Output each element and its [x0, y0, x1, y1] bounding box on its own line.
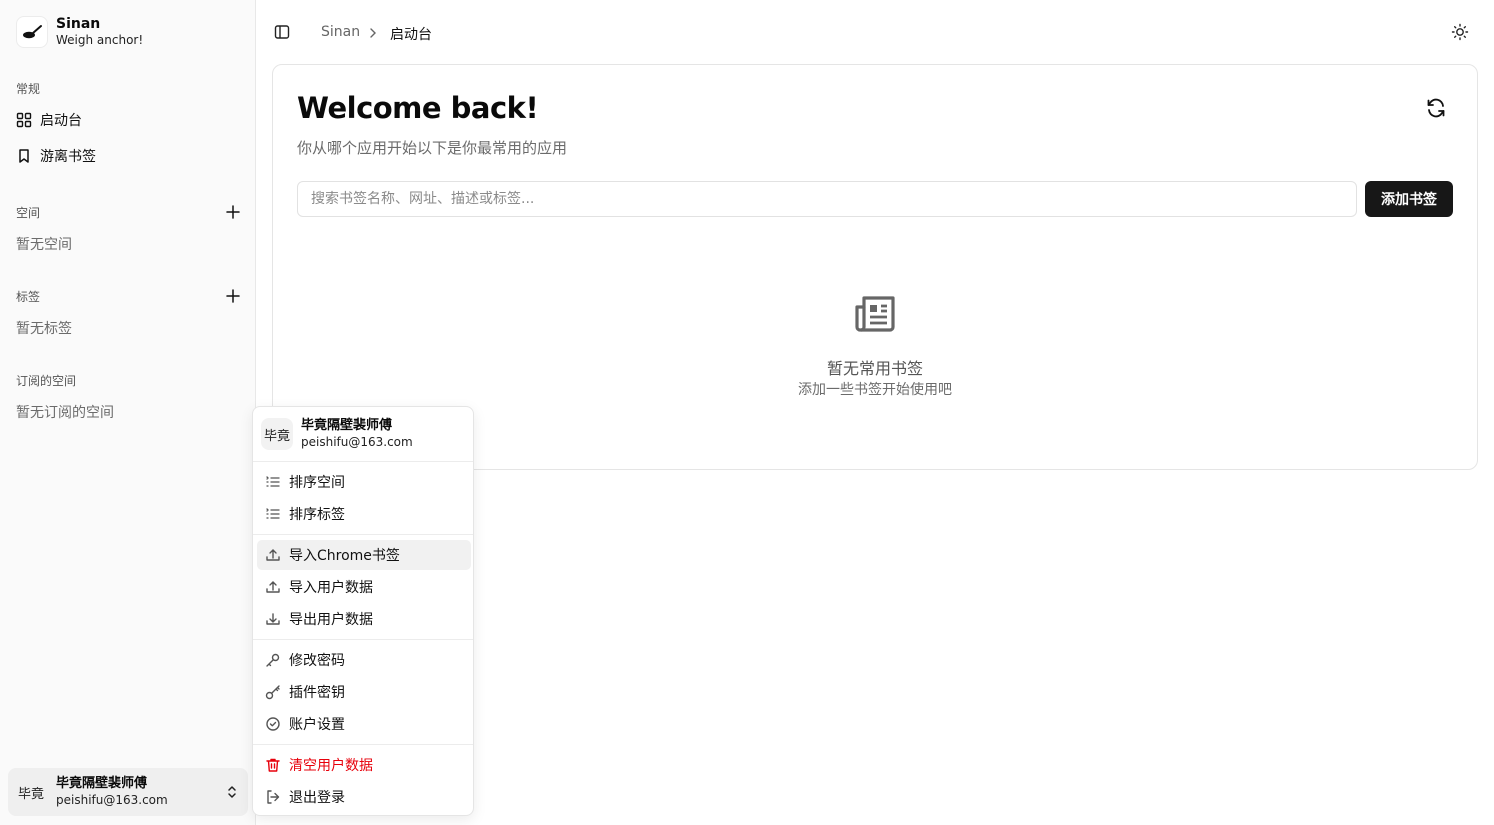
menu-item-label: 修改密码 [289, 653, 345, 669]
menu-item-label: 导入Chrome书签 [289, 548, 400, 564]
group-label-subscribed: 订阅的空间 [16, 374, 77, 388]
group-label-spaces: 空间 [16, 206, 41, 220]
menu-divider [253, 744, 473, 745]
menu-item-label: 退出登录 [289, 790, 345, 806]
user-menu-trigger[interactable]: 毕竟 毕竟隔壁裴师傅 peishifu@163.com [8, 768, 248, 816]
theme-toggle-button[interactable] [1451, 23, 1469, 45]
logout-icon [267, 790, 280, 804]
grid-icon [16, 112, 32, 128]
menu-item-change-password[interactable]: 修改密码 [257, 645, 471, 675]
brand-tagline: Weigh anchor! [56, 33, 144, 47]
add-space-button[interactable] [224, 203, 242, 221]
menu-item-label: 排序空间 [289, 475, 345, 491]
sun-icon [1451, 23, 1469, 41]
subscribed-empty-text: 暂无订阅的空间 [16, 405, 114, 421]
sidebar-item-label: 启动台 [40, 113, 82, 129]
menu-item-label: 导入用户数据 [289, 580, 373, 596]
key-round-icon [265, 685, 280, 700]
tags-empty-text: 暂无标签 [16, 321, 72, 337]
sidebar-item-launchpad[interactable]: 启动台 [8, 105, 244, 135]
sidebar: Sinan Weigh anchor! 常规 启动台 游离书签 空间 暂无空间 … [0, 0, 256, 825]
sidebar-toggle-icon [274, 25, 290, 39]
menu-item-import-chrome[interactable]: 导入Chrome书签 [257, 540, 471, 570]
menu-item-label: 插件密钥 [289, 685, 345, 701]
brand-logo [16, 16, 48, 48]
user-email: peishifu@163.com [56, 793, 168, 807]
user-name: 毕竟隔壁裴师傅 [56, 776, 148, 791]
menu-item-import-user-data[interactable]: 导入用户数据 [257, 572, 471, 602]
brand-name: Sinan [56, 16, 101, 32]
chevron-right-icon [370, 28, 376, 38]
spaces-empty-text: 暂无空间 [16, 237, 72, 253]
sidebar-item-loose-bookmarks[interactable]: 游离书签 [8, 141, 244, 171]
breadcrumb-current: 启动台 [390, 27, 432, 43]
empty-state-title: 暂无常用书签 [826, 359, 923, 378]
add-tag-button[interactable] [224, 287, 242, 305]
menu-item-account-settings[interactable]: 账户设置 [257, 709, 471, 739]
plus-icon [226, 205, 240, 219]
bookmark-icon [19, 149, 29, 163]
menu-item-sort-spaces[interactable]: 排序空间 [257, 467, 471, 497]
plus-icon [226, 289, 240, 303]
sort-list-icon [266, 476, 280, 487]
sidebar-toggle-button[interactable] [274, 24, 290, 44]
sort-list-icon [266, 508, 280, 519]
upload-icon [266, 581, 280, 593]
user-dropdown-menu: 毕竟 毕竟隔壁裴师傅 peishifu@163.com 排序空间 排序标签 导入… [252, 406, 474, 816]
check-circle-icon [266, 717, 280, 731]
menu-divider [253, 534, 473, 535]
menu-item-label: 排序标签 [289, 507, 345, 523]
download-icon [266, 613, 280, 625]
avatar: 毕竟 [18, 786, 45, 802]
menu-divider [253, 639, 473, 640]
menu-divider [253, 461, 473, 462]
brand[interactable]: Sinan Weigh anchor! [16, 16, 143, 48]
group-label-general: 常规 [16, 82, 41, 96]
menu-user-header: 毕竟 毕竟隔壁裴师傅 peishifu@163.com [261, 417, 413, 451]
menu-item-label: 账户设置 [289, 717, 345, 733]
newspaper-icon [855, 296, 895, 332]
empty-state-subtitle: 添加一些书签开始使用吧 [798, 382, 952, 398]
bookmark-search-input[interactable] [297, 181, 1357, 217]
group-label-tags: 标签 [16, 290, 41, 304]
menu-item-label: 导出用户数据 [289, 612, 373, 628]
add-bookmark-button[interactable]: 添加书签 [1365, 181, 1453, 217]
upload-icon [266, 549, 280, 561]
menu-user-name: 毕竟隔壁裴师傅 [301, 418, 393, 433]
refresh-button[interactable] [1425, 97, 1447, 123]
menu-item-sort-tags[interactable]: 排序标签 [257, 499, 471, 529]
menu-user-email: peishifu@163.com [301, 435, 413, 449]
menu-item-clear-user-data[interactable]: 清空用户数据 [257, 750, 471, 780]
menu-item-label: 清空用户数据 [289, 758, 373, 774]
breadcrumb-home[interactable]: Sinan [321, 24, 360, 40]
sidebar-item-label: 游离书签 [40, 149, 96, 165]
refresh-icon [1427, 98, 1445, 118]
avatar: 毕竟 [261, 418, 293, 450]
menu-item-logout[interactable]: 退出登录 [257, 782, 471, 812]
trash-icon [266, 758, 280, 772]
page-subtitle: 你从哪个应用开始以下是你最常用的应用 [297, 139, 568, 157]
page-title: Welcome back! [297, 91, 539, 125]
menu-item-plugin-key[interactable]: 插件密钥 [257, 677, 471, 707]
key-icon [266, 653, 280, 667]
chevrons-up-down-icon [228, 786, 236, 798]
menu-item-export-user-data[interactable]: 导出用户数据 [257, 604, 471, 634]
